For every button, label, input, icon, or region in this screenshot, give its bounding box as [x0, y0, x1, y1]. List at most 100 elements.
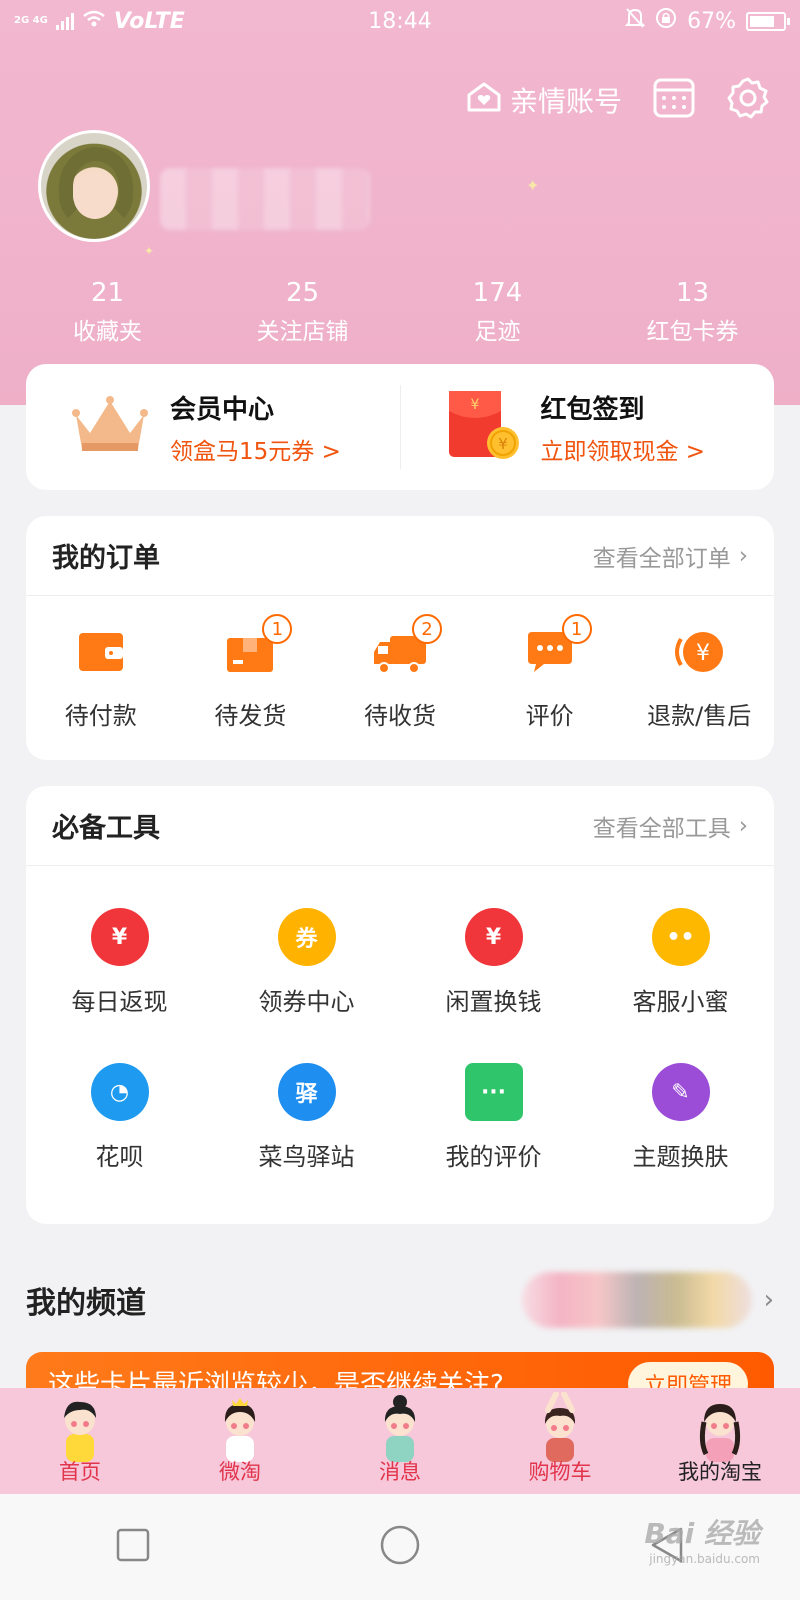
bell-off-icon — [624, 7, 646, 35]
order-badge: 2 — [411, 614, 442, 644]
svg-text:¥: ¥ — [696, 641, 710, 666]
cartoon-girl-icon — [224, 1398, 256, 1462]
family-account-button[interactable]: 亲情账号 — [466, 80, 622, 120]
order-refund-aftersale[interactable]: ¥ 退款/售后 — [624, 622, 774, 731]
chat-bubble-icon: ··· — [464, 1063, 523, 1121]
tab-label: 消息 — [379, 1460, 421, 1484]
tool-theme-skin[interactable]: ✎ 主题换肤 — [587, 1063, 774, 1172]
huabei-icon: ◔ — [90, 1063, 149, 1121]
tool-label: 客服小蜜 — [632, 988, 729, 1016]
tool-idle-exchange[interactable]: ¥ 闲置换钱 — [400, 908, 587, 1017]
stat-footprints[interactable]: 174 足迹 — [400, 278, 595, 346]
tool-label: 领券中心 — [258, 988, 355, 1016]
my-orders-card: 我的订单 查看全部订单 › 待付款 1 待发货 2 待收货 1 评价 ¥ 退款/… — [26, 516, 774, 760]
tab-label: 购物车 — [528, 1460, 592, 1484]
channel-thumbnails-blurred — [521, 1272, 752, 1328]
tab-label: 微淘 — [219, 1460, 261, 1484]
order-label: 退款/售后 — [647, 702, 752, 730]
tab-label: 我的淘宝 — [678, 1460, 762, 1484]
home-heart-icon — [466, 81, 502, 120]
view-all-orders-label: 查看全部订单 — [592, 545, 731, 572]
member-center-subtitle: 领盒马15元券 > — [170, 438, 341, 465]
star-decoration: ✦ — [526, 176, 540, 195]
view-all-tools-label: 查看全部工具 — [592, 815, 731, 842]
order-pending-receipt[interactable]: 2 待收货 — [325, 614, 475, 731]
robot-face-icon: •• — [651, 908, 710, 966]
tab-messages[interactable]: 消息 — [320, 1388, 480, 1494]
tool-customer-service[interactable]: •• 客服小蜜 — [587, 908, 774, 1017]
stat-number: 21 — [90, 278, 125, 308]
stat-label: 关注店铺 — [256, 319, 349, 345]
coupon-icon: 券 — [277, 908, 336, 966]
tab-my-taobao[interactable]: 我的淘宝 — [640, 1388, 800, 1494]
cartoon-girl-icon — [699, 1404, 741, 1462]
refund-icon: ¥ — [669, 622, 729, 682]
gear-icon — [726, 76, 770, 124]
tool-coupon-center[interactable]: 券 领券中心 — [213, 908, 400, 1017]
signal-icon — [55, 12, 74, 30]
order-label: 待发货 — [214, 702, 287, 730]
cartoon-girl-icon — [544, 1392, 576, 1462]
order-badge: 1 — [561, 614, 592, 644]
chevron-right-icon: › — [738, 542, 748, 569]
stat-label: 收藏夹 — [73, 319, 142, 345]
palette-icon: ✎ — [651, 1063, 710, 1121]
my-channel-title: 我的频道 — [26, 1286, 146, 1321]
tools-header: 必备工具 查看全部工具 › — [26, 786, 774, 866]
order-to-review[interactable]: 1 评价 — [475, 614, 625, 731]
tool-my-reviews[interactable]: ··· 我的评价 — [400, 1063, 587, 1172]
order-label: 待收货 — [363, 702, 436, 730]
watermark-url: jingyan.baidu.com — [649, 1552, 760, 1566]
member-center-title: 会员中心 — [170, 394, 275, 425]
stat-favorites[interactable]: 21 收藏夹 — [10, 278, 205, 346]
settings-button[interactable] — [726, 76, 770, 124]
chevron-right-icon: › — [738, 812, 748, 839]
tool-cainiao-station[interactable]: 驿 菜鸟驿站 — [213, 1063, 400, 1172]
stat-number: 25 — [285, 278, 320, 308]
view-all-orders-link[interactable]: 查看全部订单 › — [593, 539, 748, 573]
tab-label: 首页 — [59, 1460, 101, 1484]
red-envelope-icon: ¥ ¥ — [445, 385, 521, 469]
baidu-jingyan-watermark: Bai 经验 jingyan.baidu.com — [644, 1512, 760, 1566]
stat-coupons[interactable]: 13 红包卡券 — [595, 278, 790, 346]
star-decoration: ✦ — [144, 244, 155, 258]
order-pending-payment[interactable]: 待付款 — [26, 622, 176, 731]
stat-followed-shops[interactable]: 25 关注店铺 — [205, 278, 400, 346]
tools-title: 必备工具 — [52, 813, 160, 844]
tool-daily-cashback[interactable]: ¥ 每日返现 — [26, 908, 213, 1017]
order-badge: 1 — [262, 614, 293, 644]
tool-label: 闲置换钱 — [445, 988, 542, 1016]
member-center-entry[interactable]: 会员中心 领盒马15元券 > — [26, 364, 400, 490]
order-pending-shipment[interactable]: 1 待发货 — [176, 614, 326, 731]
tab-home[interactable]: 首页 — [0, 1388, 160, 1494]
box-icon: 1 — [220, 614, 293, 682]
chevron-right-icon: › — [763, 1285, 774, 1315]
calendar-button[interactable] — [652, 78, 696, 122]
tool-label: 菜鸟驿站 — [258, 1143, 355, 1171]
tab-cart[interactable]: 购物车 — [480, 1388, 640, 1494]
stat-label: 足迹 — [474, 319, 521, 345]
view-all-tools-link[interactable]: 查看全部工具 › — [593, 809, 748, 843]
truck-icon: 2 — [370, 614, 442, 682]
comment-icon: 1 — [520, 614, 592, 682]
calendar-icon — [653, 77, 695, 123]
bottom-tab-bar: 首页 微淘 消息 购物车 我的淘宝 — [0, 1388, 800, 1494]
wifi-icon — [82, 9, 106, 34]
my-channel-row[interactable]: 我的频道 › — [26, 1264, 774, 1336]
battery-percent: 67% — [687, 8, 736, 34]
rotation-lock-icon — [655, 7, 677, 35]
svg-text:¥: ¥ — [470, 397, 479, 413]
cainiao-icon: 驿 — [277, 1063, 336, 1121]
essential-tools-card: 必备工具 查看全部工具 › ¥ 每日返现 券 领券中心 ¥ 闲置换钱 •• 客服… — [26, 786, 774, 1224]
cartoon-girl-icon — [64, 1401, 96, 1462]
home-button[interactable] — [370, 1517, 430, 1577]
tab-weitao[interactable]: 微淘 — [160, 1388, 320, 1494]
avatar[interactable] — [38, 130, 150, 242]
header-actions: 亲情账号 — [466, 76, 770, 124]
redpack-checkin-entry[interactable]: ¥ ¥ 红包签到 立即领取现金 > — [401, 364, 775, 490]
tool-huabei[interactable]: ◔ 花呗 — [26, 1063, 213, 1172]
recent-apps-button[interactable] — [103, 1517, 163, 1577]
tool-label: 每日返现 — [71, 988, 168, 1016]
crown-icon — [70, 393, 150, 461]
tool-label: 我的评价 — [445, 1143, 542, 1171]
